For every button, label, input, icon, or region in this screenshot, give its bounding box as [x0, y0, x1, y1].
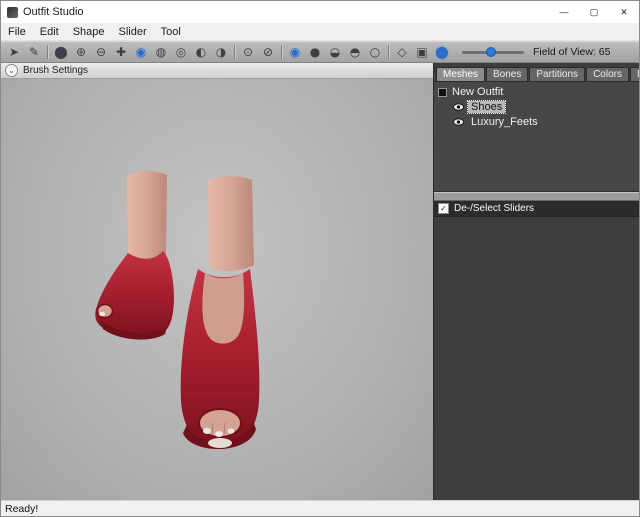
- edit-mode-icon[interactable]: ◓: [345, 43, 365, 61]
- tree-item-luxury-feets[interactable]: Luxury_Feets: [453, 115, 637, 129]
- panel-tabs: Meshes Bones Partitions Colors Lights: [434, 63, 639, 82]
- move-brush-icon[interactable]: ✚: [111, 43, 131, 61]
- menu-slider[interactable]: Slider: [112, 23, 154, 40]
- connected-brush-icon[interactable]: ◉: [285, 43, 305, 61]
- tab-lights[interactable]: Lights: [630, 67, 640, 81]
- mask-brush-icon[interactable]: ⬤: [51, 43, 71, 61]
- status-bar: Ready!: [1, 500, 639, 516]
- select-sliders-checkbox[interactable]: ✓: [438, 203, 449, 214]
- brush-tool-icon[interactable]: ✎: [24, 43, 44, 61]
- toolbar: ➤ ✎ ⬤ ⊕ ⊖ ✚ ◉ ◍ ◎ ◐ ◑ ⊙ ⊘ ◉ ● ◒ ◓ ○ ◇ ▣ …: [1, 41, 639, 63]
- tree-item-label-luxury-feets[interactable]: Luxury_Feets: [468, 116, 541, 128]
- texture-icon[interactable]: ▣: [412, 43, 432, 61]
- deflate-brush-icon[interactable]: ⊖: [91, 43, 111, 61]
- right-panel: Meshes Bones Partitions Colors Lights Ne…: [433, 63, 639, 500]
- window-title: Outfit Studio: [23, 6, 84, 18]
- tab-colors[interactable]: Colors: [586, 67, 629, 81]
- chevron-down-icon[interactable]: ⌄: [5, 64, 18, 77]
- main-content: ⌄ Brush Settings: [1, 63, 639, 500]
- model-render-shoes: [1, 63, 433, 500]
- tree-root-icon[interactable]: [438, 88, 447, 97]
- tab-meshes[interactable]: Meshes: [436, 67, 485, 81]
- menu-edit[interactable]: Edit: [33, 23, 66, 40]
- eye-icon[interactable]: [453, 118, 464, 126]
- brush-settings-pane[interactable]: ⌄ Brush Settings: [1, 63, 433, 79]
- window-controls: — ▢ ✕: [549, 1, 639, 23]
- toolbar-separator: [281, 45, 282, 59]
- title-bar: Outfit Studio — ▢ ✕: [1, 1, 639, 23]
- tab-bones[interactable]: Bones: [486, 67, 528, 81]
- field-of-view-label: Field of View: 65: [533, 46, 610, 58]
- undiff-brush-icon[interactable]: ◍: [151, 43, 171, 61]
- collapse-vertex-icon[interactable]: ⊙: [238, 43, 258, 61]
- tree-root-new-outfit[interactable]: New Outfit: [438, 85, 637, 99]
- weight-brush-icon[interactable]: ◎: [171, 43, 191, 61]
- outfit-studio-window: Outfit Studio — ▢ ✕ File Edit Shape Slid…: [0, 0, 640, 517]
- menu-file[interactable]: File: [1, 23, 33, 40]
- menu-shape[interactable]: Shape: [66, 23, 112, 40]
- x-mirror-icon[interactable]: ◒: [325, 43, 345, 61]
- close-button[interactable]: ✕: [609, 1, 639, 23]
- perspective-icon[interactable]: ⬤: [432, 43, 452, 61]
- sliders-list[interactable]: [434, 217, 639, 500]
- eye-icon[interactable]: [453, 103, 464, 111]
- select-tool-icon[interactable]: ➤: [4, 43, 24, 61]
- alpha-brush-icon[interactable]: ◑: [211, 43, 231, 61]
- flip-edge-icon[interactable]: ⊘: [258, 43, 278, 61]
- brush-settings-label: Brush Settings: [23, 65, 88, 76]
- viewport-3d[interactable]: ⌄ Brush Settings: [1, 63, 433, 500]
- meshes-tree: New Outfit Shoes Luxury_Feets: [434, 82, 639, 192]
- smooth-brush-icon[interactable]: ◉: [131, 43, 151, 61]
- tree-item-shoes[interactable]: Shoes: [453, 100, 637, 114]
- wireframe-icon[interactable]: ◇: [392, 43, 412, 61]
- tab-partitions[interactable]: Partitions: [529, 67, 585, 81]
- tree-root-label[interactable]: New Outfit: [452, 86, 503, 98]
- toolbar-separator: [388, 45, 389, 59]
- menu-bar: File Edit Shape Slider Tool: [1, 23, 639, 41]
- status-text: Ready!: [5, 503, 38, 515]
- panel-splitter[interactable]: [434, 192, 639, 201]
- vertex-mode-icon[interactable]: ○: [365, 43, 385, 61]
- inflate-brush-icon[interactable]: ⊕: [71, 43, 91, 61]
- maximize-button[interactable]: ▢: [579, 1, 609, 23]
- minimize-button[interactable]: —: [549, 1, 579, 23]
- global-brush-icon[interactable]: ●: [305, 43, 325, 61]
- tree-item-label-shoes[interactable]: Shoes: [468, 101, 505, 113]
- app-icon: [7, 7, 18, 18]
- field-of-view-slider[interactable]: [462, 51, 524, 54]
- toolbar-separator: [234, 45, 235, 59]
- color-brush-icon[interactable]: ◐: [191, 43, 211, 61]
- menu-tool[interactable]: Tool: [154, 23, 188, 40]
- sliders-header-label: De-/Select Sliders: [454, 203, 534, 214]
- field-of-view-slider-thumb[interactable]: [486, 47, 496, 57]
- toolbar-separator: [47, 45, 48, 59]
- sliders-header: ✓ De-/Select Sliders: [434, 201, 639, 217]
